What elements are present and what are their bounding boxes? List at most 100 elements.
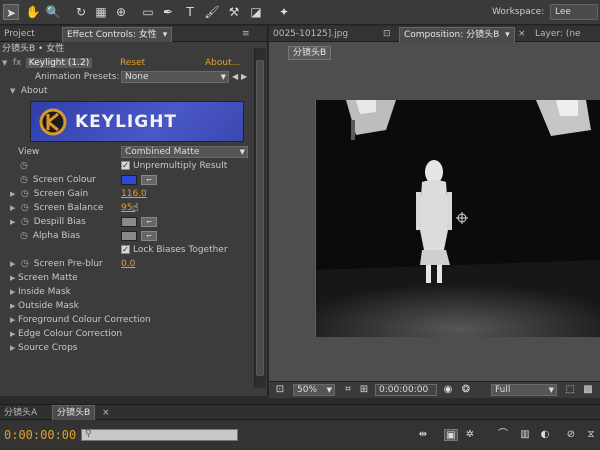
eyedropper-icon[interactable]: ⌐ [141, 231, 157, 241]
lock-biases-control[interactable]: ✓ Lock Biases Together [121, 243, 261, 257]
type-tool-icon[interactable]: T [182, 4, 198, 20]
stopwatch-icon[interactable]: ◷ [21, 215, 31, 229]
tab-timeline-a[interactable]: 分镜头A [0, 406, 41, 421]
expand-triangle-icon[interactable]: ▶ [10, 215, 18, 229]
panel-menu-icon[interactable]: ≡ [238, 27, 254, 42]
stopwatch-icon[interactable]: ◷ [21, 201, 31, 215]
section-label: Edge Colour Correction [18, 329, 123, 339]
camera-snapshot-icon[interactable]: ◉ [441, 384, 455, 396]
reset-link[interactable]: Reset [120, 56, 145, 70]
comp-flowchart-icon[interactable]: ⇹ [416, 429, 430, 441]
unpremultiply-checkbox[interactable]: ✓ [121, 161, 130, 170]
lock-biases-checkbox[interactable]: ✓ [121, 245, 130, 254]
eyedropper-icon[interactable]: ⌐ [141, 175, 157, 185]
left-panel-tabs: Project Effect Controls: 女性 ▾ ≡ [0, 26, 267, 42]
current-time-field[interactable]: 0:00:00:00 [375, 384, 437, 396]
next-preset-icon[interactable]: ▶ [241, 70, 247, 84]
grid-icon[interactable]: ⌗ [341, 384, 355, 396]
zoom-select[interactable]: 50% ▼ [293, 384, 335, 396]
live-update-icon[interactable]: ▣ [444, 429, 458, 441]
tab-project[interactable]: Project [0, 27, 39, 42]
animation-presets-value: None [125, 72, 149, 82]
workspace-select[interactable]: Lee [550, 4, 598, 20]
screen-preblur-row: ▶ ◷ Screen Pre-blur 0.0 [10, 257, 264, 271]
section-screen-matte[interactable]: ▶ Screen Matte [10, 271, 264, 285]
rectangle-tool-icon[interactable]: ▭ [140, 4, 156, 20]
always-preview-icon[interactable]: ⊡ [273, 384, 287, 396]
section-foreground-colour-correction[interactable]: ▶ Foreground Colour Correction [10, 313, 264, 327]
section-edge-colour-correction[interactable]: ▶ Edge Colour Correction [10, 327, 264, 341]
hide-shy-layers-icon[interactable]: ⌒ [496, 429, 510, 441]
zoom-tool-icon[interactable]: 🔍 [45, 4, 61, 20]
tab-footage[interactable]: 0025-10125].jpg [269, 27, 352, 42]
alpha-bias-swatch[interactable] [121, 231, 137, 241]
despill-bias-swatch[interactable] [121, 217, 137, 227]
tab-effect-controls[interactable]: Effect Controls: 女性 ▾ [62, 27, 173, 43]
brainstorm-icon[interactable]: ⧖ [584, 429, 598, 441]
screen-preblur-label: Screen Pre-blur [33, 259, 103, 269]
color-channels-icon[interactable]: ❂ [459, 384, 473, 396]
resolution-select[interactable]: Full ▼ [491, 384, 557, 396]
selection-tool-icon[interactable]: ➤ [3, 4, 19, 20]
stopwatch-icon[interactable]: ◷ [21, 187, 31, 201]
close-icon[interactable]: × [514, 27, 530, 42]
view-select[interactable]: Combined Matte ▼ [121, 146, 248, 158]
tab-menu-icon[interactable]: ▾ [163, 28, 168, 43]
brush-tool-icon[interactable]: 🖌 [204, 4, 220, 20]
fx-icon[interactable]: fx [13, 56, 23, 70]
workspace-label: Workspace: [492, 7, 545, 17]
section-source-crops[interactable]: ▶ Source Crops [10, 341, 264, 355]
composition-viewer[interactable] [315, 100, 600, 337]
tab-composition[interactable]: Composition: 分镜头B ▾ [399, 27, 515, 42]
screen-gain-value[interactable]: 116.0 [121, 187, 147, 201]
section-label: Foreground Colour Correction [18, 315, 151, 325]
section-inside-mask[interactable]: ▶ Inside Mask [10, 285, 264, 299]
transparency-grid-icon[interactable]: ▩ [581, 384, 595, 396]
unpremultiply-control[interactable]: ✓ Unpremultiply Result [121, 159, 227, 173]
stopwatch-icon[interactable]: ◷ [20, 229, 30, 243]
frame-blending-icon[interactable]: ▥ [518, 429, 532, 441]
timeline-search-input[interactable]: ⚲ [81, 429, 238, 441]
rotate-tool-icon[interactable]: ↻ [73, 4, 89, 20]
about-link[interactable]: About... [205, 56, 240, 70]
prev-preset-icon[interactable]: ◀ [232, 70, 238, 84]
eraser-tool-icon[interactable]: ◪ [248, 4, 264, 20]
effect-name[interactable]: Keylight (1.2) [25, 58, 93, 68]
expand-triangle-icon[interactable]: ▶ [10, 187, 18, 201]
stopwatch-icon[interactable]: ◷ [20, 173, 30, 187]
screen-preblur-value[interactable]: 0.0 [121, 257, 135, 271]
eyedropper-icon[interactable]: ⌐ [141, 217, 157, 227]
pen-tool-icon[interactable]: ✒ [160, 4, 176, 20]
animation-presets-label: Animation Presets: [35, 72, 120, 82]
graph-editor-icon[interactable]: ⊘ [564, 429, 578, 441]
screen-colour-label: Screen Colour [32, 175, 96, 185]
scrollbar-thumb[interactable] [256, 60, 264, 376]
screen-colour-swatch[interactable] [121, 175, 137, 185]
pan-behind-tool-icon[interactable]: ⊕ [113, 4, 129, 20]
lock-icon[interactable]: ⊡ [379, 27, 395, 42]
section-outside-mask[interactable]: ▶ Outside Mask [10, 299, 264, 313]
animation-presets-select[interactable]: None ▼ [121, 71, 229, 83]
camera-tool-icon[interactable]: ▦ [93, 4, 109, 20]
region-of-interest-icon[interactable]: ⬚ [563, 384, 577, 396]
tab-menu-icon[interactable]: ▾ [505, 28, 510, 43]
tab-layer[interactable]: Layer: (ne [531, 27, 585, 42]
safe-zones-icon[interactable]: ⊞ [357, 384, 371, 396]
expand-triangle-icon[interactable]: ▶ [10, 201, 18, 215]
stopwatch-icon[interactable]: ◷ [20, 159, 30, 173]
stopwatch-icon[interactable]: ◷ [21, 257, 31, 271]
tab-timeline-b[interactable]: 分镜头B [52, 405, 96, 420]
close-icon[interactable]: × [98, 406, 114, 421]
comp-subtab[interactable]: 分镜头B [288, 46, 332, 60]
hand-tool-icon[interactable]: ✋ [25, 4, 41, 20]
timeline-timecode[interactable]: 0:00:00:00 [4, 428, 76, 442]
draft-3d-icon[interactable]: ✲ [463, 429, 477, 441]
right-panel-tabs: 0025-10125].jpg ⊡ Composition: 分镜头B ▾ × … [269, 26, 600, 42]
collapse-triangle-icon[interactable]: ▼ [2, 56, 10, 70]
puppet-pin-tool-icon[interactable]: ✦ [276, 4, 292, 20]
motion-blur-icon[interactable]: ◐ [538, 429, 552, 441]
view-value: Combined Matte [125, 147, 200, 157]
about-section[interactable]: ▼ About [10, 84, 264, 98]
clone-stamp-tool-icon[interactable]: ⚒ [226, 4, 242, 20]
expand-triangle-icon[interactable]: ▶ [10, 257, 18, 271]
